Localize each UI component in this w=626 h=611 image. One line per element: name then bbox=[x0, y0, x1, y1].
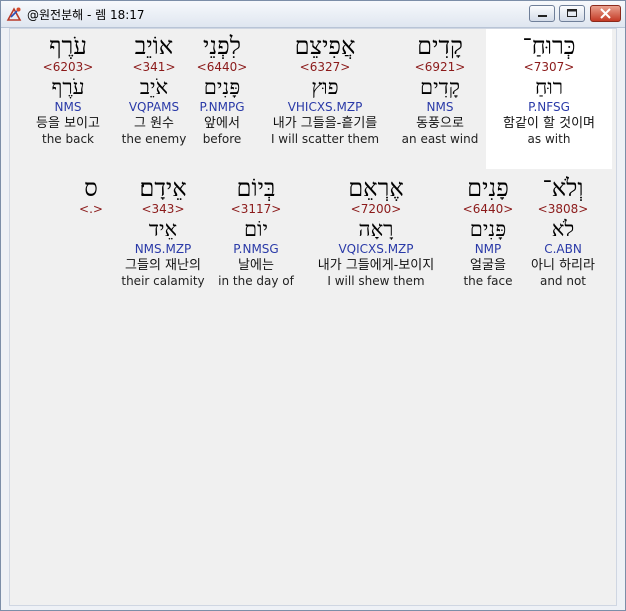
hebrew-word: כְּרוּחַ־ bbox=[522, 32, 576, 60]
english-gloss: the face bbox=[463, 274, 513, 288]
window-title: @원전분해 - 렘 18:17 bbox=[27, 8, 145, 22]
hebrew-word: עֹרֶף bbox=[49, 32, 87, 60]
morphology-code: VHICXS.MZP bbox=[287, 100, 363, 114]
korean-gloss: 그들의 재난의 bbox=[125, 258, 201, 273]
word-card[interactable]: עֹרֶף <6203> עֹרֶף NMS 등을 보이고 the back bbox=[26, 29, 110, 147]
title-bar[interactable]: @원전분해 - 렘 18:17 bbox=[1, 1, 625, 28]
english-gloss: and not bbox=[539, 274, 587, 288]
root-word: קָדִים bbox=[420, 75, 460, 99]
morphology-code: VQPAMS bbox=[128, 100, 180, 114]
word-card[interactable]: אֵידָם׃ <343> אֵיד NMS.MZP 그들의 재난의 their… bbox=[114, 171, 212, 289]
english-gloss: an east wind bbox=[401, 132, 479, 146]
korean-gloss: 내가 그들에게-보이지 bbox=[317, 258, 435, 273]
english-gloss: the back bbox=[41, 132, 95, 146]
word-card[interactable]: קָדִים <6921> קָדִים NMS 동풍으로 an east wi… bbox=[396, 29, 484, 147]
app-window: @원전분해 - 렘 18:17 כְּרוּחַ־ <7307> רוּחַ P… bbox=[0, 0, 626, 611]
minimize-button[interactable] bbox=[529, 5, 555, 22]
word-card[interactable]: פָנִים <6440> פָּנִים NMP 얼굴을 the face bbox=[454, 171, 522, 289]
word-card[interactable]: אֶרְאֵם <7200> רָאָה VQICXS.MZP 내가 그들에게-… bbox=[300, 171, 452, 289]
korean-gloss: 내가 그들을-흩기를 bbox=[272, 116, 378, 131]
korean-gloss: 동풍으로 bbox=[416, 116, 464, 131]
word-card[interactable]: בְּיוֹם <3117> יוֹם P.NMSG 날에는 in the da… bbox=[214, 171, 298, 289]
close-button[interactable] bbox=[590, 5, 621, 22]
english-gloss: as with bbox=[527, 132, 571, 146]
korean-gloss: 날에는 bbox=[238, 258, 274, 273]
english-gloss: in the day of bbox=[218, 274, 294, 288]
root-word: פוּץ bbox=[311, 75, 339, 99]
root-word: עֹרֶף bbox=[51, 75, 85, 99]
morphology-code: NMS bbox=[426, 100, 454, 114]
english-gloss: I will scatter them bbox=[270, 132, 380, 146]
morphology-code: P.NMSG bbox=[233, 242, 279, 256]
hebrew-word: אוֹיֵב bbox=[134, 32, 174, 60]
strong-number[interactable]: <6921> bbox=[396, 60, 484, 74]
word-card[interactable]: כְּרוּחַ־ <7307> רוּחַ P.NFSG 함같이 할 것이며 … bbox=[486, 29, 612, 169]
hebrew-word: אֲפִיצֵם bbox=[294, 32, 356, 60]
maximize-button[interactable] bbox=[559, 5, 585, 22]
root-word: אֹיֵב bbox=[139, 75, 169, 99]
strong-number[interactable]: <3117> bbox=[214, 202, 298, 216]
english-gloss: I will shew them bbox=[327, 274, 425, 288]
korean-gloss: 등을 보이고 bbox=[36, 116, 100, 131]
morphology-code: NMS bbox=[54, 100, 82, 114]
root-word: פָּנִים bbox=[469, 217, 507, 241]
word-card[interactable]: אֲפִיצֵם <6327> פוּץ VHICXS.MZP 내가 그들을-흩… bbox=[256, 29, 394, 147]
hebrew-word: אֶרְאֵם bbox=[348, 174, 404, 202]
strong-number[interactable]: <6440> bbox=[454, 202, 522, 216]
hebrew-word: לִפְנֵי bbox=[203, 32, 241, 60]
strong-number[interactable]: <341> bbox=[120, 60, 188, 74]
strong-number[interactable]: <7307> bbox=[486, 60, 612, 74]
morphology-code: P.NMPG bbox=[199, 100, 245, 114]
hebrew-word: וְלֹא־ bbox=[542, 174, 584, 202]
analysis-pane: כְּרוּחַ־ <7307> רוּחַ P.NFSG 함같이 할 것이며 … bbox=[9, 28, 617, 606]
word-card[interactable]: וְלֹא־ <3808> לֹא C.ABN 아니 하리라 and not bbox=[524, 171, 602, 289]
close-icon bbox=[600, 8, 611, 19]
root-word: אֵיד bbox=[148, 217, 178, 241]
hebrew-word: ס bbox=[84, 174, 98, 202]
hebrew-word: קָדִים bbox=[417, 32, 463, 60]
word-card[interactable]: לִפְנֵי <6440> פָּנִים P.NMPG 앞에서 before bbox=[190, 29, 254, 147]
strong-number[interactable]: <343> bbox=[114, 202, 212, 216]
hebrew-word: אֵידָם׃ bbox=[139, 174, 187, 202]
strong-number[interactable]: <7200> bbox=[300, 202, 452, 216]
korean-gloss: 함같이 할 것이며 bbox=[503, 116, 595, 131]
strong-number[interactable]: <6440> bbox=[190, 60, 254, 74]
morphology-code: P.NFSG bbox=[528, 100, 570, 114]
korean-gloss: 앞에서 bbox=[204, 116, 240, 131]
maximize-icon bbox=[567, 9, 577, 17]
root-word: יוֹם bbox=[244, 217, 268, 241]
english-gloss: the enemy bbox=[121, 132, 187, 146]
root-word: לֹא bbox=[551, 217, 575, 241]
strong-number[interactable]: <3808> bbox=[524, 202, 602, 216]
root-word: פָּנִים bbox=[203, 75, 241, 99]
korean-gloss: 그 원수 bbox=[133, 116, 174, 131]
minimize-icon bbox=[538, 15, 547, 17]
korean-gloss: 아니 하리라 bbox=[531, 258, 595, 273]
english-gloss: their calamity bbox=[121, 274, 205, 288]
morphology-code: VQICXS.MZP bbox=[338, 242, 414, 256]
morphology-code: C.ABN bbox=[544, 242, 582, 256]
strong-number[interactable]: <.> bbox=[74, 202, 108, 216]
korean-gloss: 얼굴을 bbox=[470, 258, 506, 273]
root-word bbox=[74, 216, 108, 242]
hebrew-word: בְּיוֹם bbox=[236, 174, 276, 202]
strong-number[interactable]: <6203> bbox=[26, 60, 110, 74]
morphology-code: NMS.MZP bbox=[134, 242, 192, 256]
word-card[interactable]: אוֹיֵב <341> אֹיֵב VQPAMS 그 원수 the enemy bbox=[120, 29, 188, 147]
app-icon bbox=[6, 6, 22, 22]
english-gloss: before bbox=[202, 132, 242, 146]
hebrew-word: פָנִים bbox=[467, 174, 509, 202]
root-word: רוּחַ bbox=[534, 75, 564, 99]
root-word: רָאָה bbox=[358, 217, 394, 241]
word-card[interactable]: ס <.> bbox=[74, 171, 108, 242]
morphology-code: NMP bbox=[474, 242, 502, 256]
strong-number[interactable]: <6327> bbox=[256, 60, 394, 74]
